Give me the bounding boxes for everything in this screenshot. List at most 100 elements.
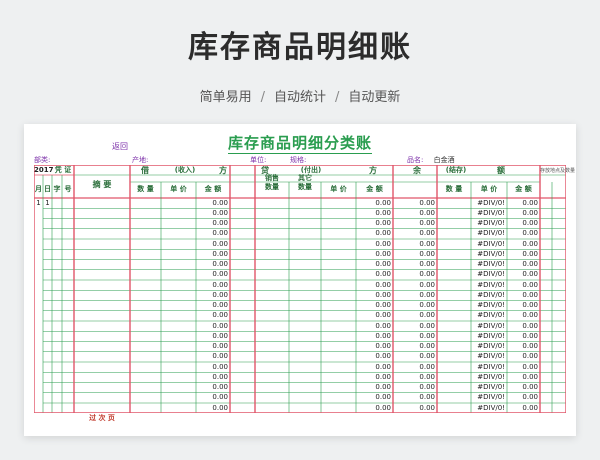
credit-fang: 方 [369,166,377,175]
debit-price-header: 单 价 [170,185,187,193]
balance-qty-value: 0.00 [419,270,435,279]
dept-field: 部类: [34,156,51,164]
balance-price-value: #DIV/0! [477,352,505,361]
balance-price-value: #DIV/0! [477,239,505,248]
voucher-header: 凭 证 [54,166,72,174]
balance-amount-value: 0.00 [522,219,538,227]
balance-qty-value: 0.00 [419,331,435,340]
subtitle-separator: / [335,90,340,105]
balance-qty-value: 0.00 [419,219,435,227]
balance-amount-value: 0.00 [522,362,538,371]
debit-amount-value: 0.00 [212,403,228,412]
credit-amount-value: 0.00 [375,208,391,217]
credit-amount-value: 0.00 [375,270,391,279]
debit-amount-value: 0.00 [212,383,228,391]
debit-fang: 方 [219,166,227,175]
spreadsheet-sheet: 返回 库存商品明细分类账 部类: 产地: 单位: 规格: 品名: 白金酒 201… [24,124,576,436]
credit-amount-header: 金 额 [366,185,383,193]
debit-amount-value: 0.00 [212,280,228,289]
balance-price-value: #DIV/0! [477,280,505,289]
debit-amount-value: 0.00 [212,198,228,207]
balance-amount-value: 0.00 [522,270,538,279]
balance-qty-value: 0.00 [419,342,435,350]
balance-price-value: #DIV/0! [477,229,505,238]
balance-amount-value: 0.00 [522,301,538,309]
credit-amount-value: 0.00 [375,311,391,320]
credit-amount-value: 0.00 [375,372,391,381]
footer-carry-over: 过 次 页 [89,414,115,423]
balance-amount-value: 0.00 [522,280,538,289]
debit-amount-value: 0.00 [212,270,228,279]
credit-amount-value: 0.00 [375,301,391,309]
credit-amount-value: 0.00 [375,321,391,330]
balance-amount-value: 0.00 [522,208,538,217]
credit-amount-value: 0.00 [375,403,391,412]
debit-amount-value: 0.00 [212,219,228,227]
balance-amount-value: 0.00 [522,352,538,361]
balance-price-value: #DIV/0! [477,219,505,227]
zi-header: 字 [53,185,61,193]
debit-amount-value: 0.00 [212,208,228,217]
balance-price-header: 单 价 [480,185,498,193]
balance-note: (结存) [445,166,467,174]
balance-amount-value: 0.00 [522,321,538,330]
debit-amount-header: 金 额 [204,185,222,193]
balance-amount-value: 0.00 [522,331,538,340]
debit-amount-value: 0.00 [212,372,228,381]
ledger-grid: 2017 凭 证月日字号摘 要借 (收入) 方数 量单 价金 额贷 (付出) 方销售 数量其… [34,165,576,422]
debit-amount-value: 0.00 [212,239,228,248]
credit-amount-value: 0.00 [375,331,391,340]
debit-amount-value: 0.00 [212,301,228,309]
balance-amount-header: 金 额 [515,185,532,193]
origin-field: 产地: [132,156,149,164]
ledger-title: 库存商品明细分类账 [227,134,372,154]
subtitle-item-easy: 简单易用 [199,90,252,105]
debit-amount-value: 0.00 [212,342,228,350]
hao-header: 号 [64,185,72,193]
balance-qty-value: 0.00 [419,229,435,238]
balance-amount-value: 0.00 [522,249,538,258]
balance-price-value: #DIV/0! [477,331,505,340]
month-header: 月 [35,185,42,193]
credit-amount-value: 0.00 [375,290,391,299]
balance-e: 额 [497,166,505,175]
balance-qty-value: 0.00 [419,311,435,320]
credit-amount-value: 0.00 [375,280,391,289]
balance-price-value: #DIV/0! [477,362,505,371]
credit-price-header: 单 价 [330,185,347,193]
balance-qty-value: 0.00 [419,403,435,412]
balance-qty-value: 0.00 [419,260,435,268]
balance-amount-value: 0.00 [522,342,538,350]
product-field: 品名: 白金酒 [407,156,455,164]
credit-amount-value: 0.00 [375,383,391,391]
credit-amount-value: 0.00 [375,352,391,361]
balance-price-value: #DIV/0! [477,311,505,320]
balance-qty-value: 0.00 [419,372,435,381]
balance-qty-value: 0.00 [419,383,435,391]
debit-amount-value: 0.00 [212,290,228,299]
balance-qty-value: 0.00 [419,301,435,309]
balance-price-value: #DIV/0! [477,290,505,299]
sales-qty-header-2: 数量 [265,183,279,191]
credit-amount-value: 0.00 [375,249,391,258]
balance-price-value: #DIV/0! [477,301,505,309]
balance-qty-value: 0.00 [419,290,435,299]
credit-amount-value: 0.00 [375,219,391,227]
balance-amount-value: 0.00 [522,383,538,391]
balance-amount-value: 0.00 [522,372,538,381]
debit-note: (收入) [174,166,196,174]
balance-qty-header: 数 量 [445,185,463,193]
year-cell: 2017 [34,166,54,174]
balance-qty-value: 0.00 [419,321,435,330]
summary-header: 摘 要 [92,180,112,189]
storage-header: 存放地点及数量 [540,168,576,174]
balance-price-value: #DIV/0! [477,321,505,330]
balance-amount-value: 0.00 [522,403,538,412]
balance-header: 余 [413,166,421,175]
balance-price-value: #DIV/0! [477,372,505,381]
balance-qty-value: 0.00 [419,249,435,258]
debit-header: 借 [141,166,149,175]
subtitle-item-update: 自动更新 [348,90,401,105]
row-month: 1 [36,198,41,207]
balance-price-value: #DIV/0! [477,249,505,258]
